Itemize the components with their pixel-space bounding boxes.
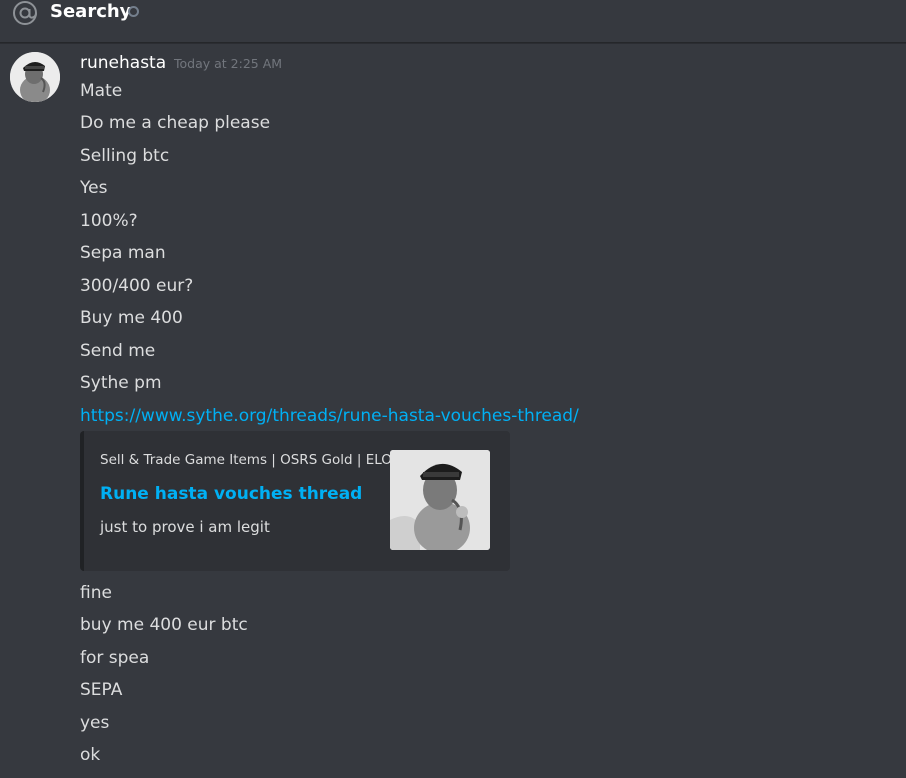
channel-header: Searchy xyxy=(0,0,906,43)
avatar[interactable] xyxy=(10,52,60,102)
message-line: Selling btc xyxy=(80,146,170,166)
embed-description: just to prove i am legit xyxy=(100,518,270,536)
message-line: buy me 400 eur btc xyxy=(80,615,248,635)
link-embed: Sell & Trade Game Items | OSRS Gold | EL… xyxy=(80,431,510,571)
embed-provider[interactable]: Sell & Trade Game Items | OSRS Gold | EL… xyxy=(100,451,392,469)
message-line: Buy me 400 xyxy=(80,308,183,328)
at-sign-icon xyxy=(13,1,37,25)
channel-name[interactable]: Searchy xyxy=(50,0,131,24)
embed-thumbnail[interactable] xyxy=(390,450,490,550)
username[interactable]: runehasta xyxy=(80,52,166,74)
message-line: Mate xyxy=(80,81,123,101)
message-line: for spea xyxy=(80,648,150,668)
message-line: ok xyxy=(80,745,101,765)
message-line: Send me xyxy=(80,341,156,361)
message-line: 300/400 eur? xyxy=(80,276,194,296)
message-line: Sepa man xyxy=(80,243,166,263)
message-line: Sythe pm xyxy=(80,373,162,393)
message-line: SEPA xyxy=(80,680,123,700)
message-line: 100%? xyxy=(80,211,138,231)
message-link[interactable]: https://www.sythe.org/threads/rune-hasta… xyxy=(80,404,579,428)
message-line: fine xyxy=(80,583,112,603)
embed-title[interactable]: Rune hasta vouches thread xyxy=(100,482,362,506)
message-timestamp: Today at 2:25 AM xyxy=(174,56,283,71)
message-line: yes xyxy=(80,713,110,733)
offline-status-icon xyxy=(128,6,139,17)
message-line: Do me a cheap please xyxy=(80,113,271,133)
message-line: Yes xyxy=(80,178,108,198)
